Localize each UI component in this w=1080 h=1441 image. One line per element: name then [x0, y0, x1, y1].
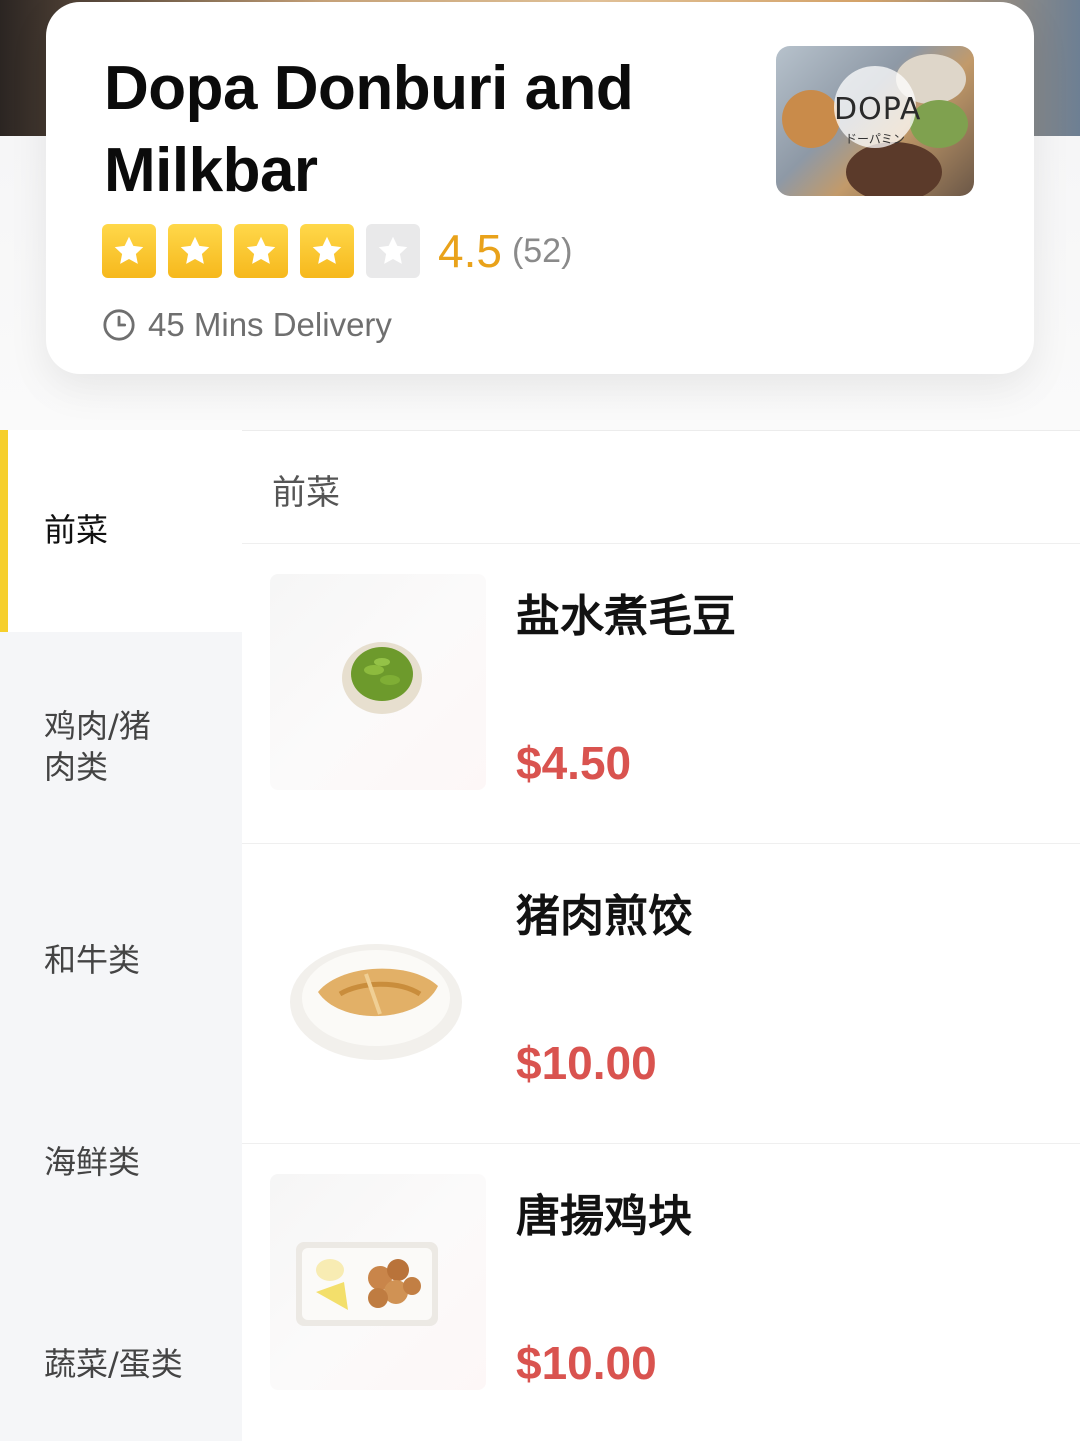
store-card: Dopa Donburi and Milkbar DOPA ドーパミン 4.5 …	[46, 2, 1034, 374]
menu-list: 前菜 盐水煮毛豆 $4.50 猪肉煎饺 $10.00 唐揚鸡块 $10.00	[242, 430, 1080, 1441]
gyoza-plate-icon	[290, 944, 462, 1060]
dish-image	[270, 574, 486, 790]
karaage-plate-icon	[296, 1242, 438, 1326]
edamame-bowl-icon	[342, 642, 422, 714]
dish-name: 唐揚鸡块	[516, 1191, 692, 1242]
star-icon	[234, 224, 288, 278]
section-title: 前菜	[272, 473, 340, 513]
category-label: 前菜	[44, 511, 109, 549]
thumb-dish-icon	[846, 142, 942, 196]
store-name: Dopa Donburi and Milkbar	[104, 54, 634, 205]
category-item-vegetable-egg[interactable]: 蔬菜/蛋类	[0, 1238, 242, 1440]
dish-name: 猪肉煎饺	[516, 891, 692, 942]
dish-image	[270, 874, 486, 1090]
category-label: 和牛类	[44, 941, 141, 979]
dish-name: 盐水煮毛豆	[516, 591, 736, 642]
dish-image	[270, 1174, 486, 1390]
category-item-seafood[interactable]: 海鲜类	[0, 1036, 242, 1238]
dish-price: $10.00	[516, 1337, 657, 1389]
star-icon	[300, 224, 354, 278]
category-item-chicken-pork[interactable]: 鸡肉/猪肉类	[0, 632, 242, 834]
category-label: 蔬菜/蛋类	[44, 1345, 183, 1383]
category-item-wagyu[interactable]: 和牛类	[0, 834, 242, 1036]
category-item-appetizers[interactable]: 前菜	[0, 430, 242, 632]
dish-item[interactable]: 唐揚鸡块 $10.00	[242, 1144, 1080, 1441]
store-logo: DOPA	[834, 92, 922, 127]
star-icon	[102, 224, 156, 278]
dish-item[interactable]: 盐水煮毛豆 $4.50	[242, 544, 1080, 844]
dish-price: $10.00	[516, 1037, 657, 1089]
store-logo-subtitle: ドーパミン	[845, 132, 905, 146]
thumb-dish-icon	[782, 90, 840, 148]
delivery-time: 45 Mins Delivery	[148, 306, 392, 343]
category-label: 海鲜类	[44, 1143, 141, 1181]
clock-icon	[103, 309, 135, 341]
rating-row: 4.5 (52)	[102, 224, 572, 278]
dish-item[interactable]: 猪肉煎饺 $10.00	[242, 844, 1080, 1144]
star-empty-icon	[366, 224, 420, 278]
dish-price: $4.50	[516, 737, 632, 789]
store-thumbnail[interactable]: DOPA ドーパミン	[776, 46, 974, 196]
category-sidebar: 前菜 鸡肉/猪肉类 和牛类 海鲜类 蔬菜/蛋类	[0, 430, 242, 1441]
rating-count: (52)	[511, 231, 573, 270]
star-icon	[168, 224, 222, 278]
delivery-info: 45 Mins Delivery	[102, 306, 392, 344]
category-label: 鸡肉/猪肉类	[44, 707, 151, 786]
rating-value: 4.5	[438, 225, 502, 277]
